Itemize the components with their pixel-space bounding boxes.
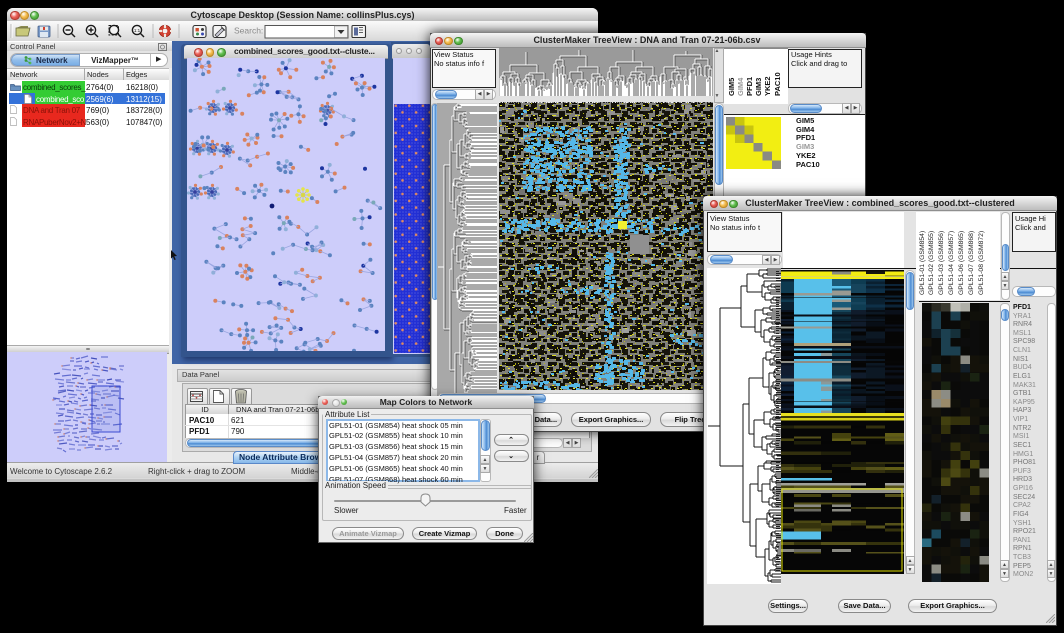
svg-text:Search:: Search: bbox=[234, 26, 263, 36]
svg-text:1:1: 1:1 bbox=[134, 28, 141, 33]
